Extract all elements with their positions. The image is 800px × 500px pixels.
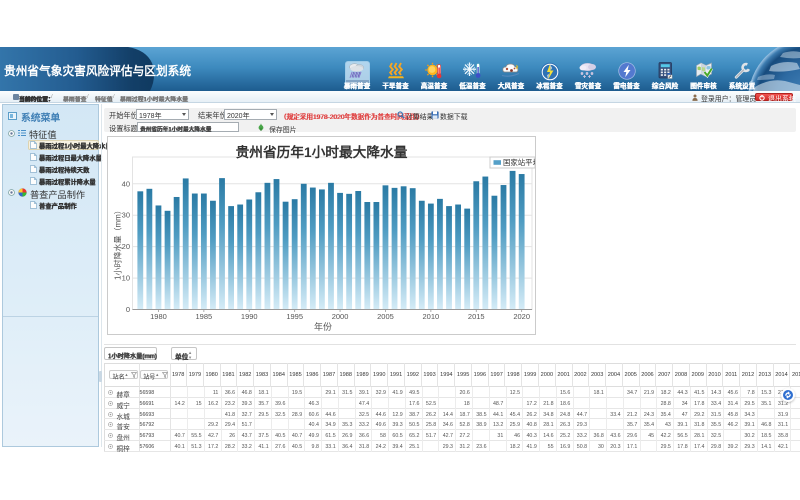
svg-text:2010: 2010 bbox=[423, 312, 440, 321]
svg-text:2005: 2005 bbox=[377, 312, 394, 321]
svg-text:1985: 1985 bbox=[196, 312, 213, 321]
svg-text:1980: 1980 bbox=[150, 312, 167, 321]
svg-text:1小时降水量（mm）: 1小时降水量（mm） bbox=[113, 206, 123, 280]
svg-text:2020: 2020 bbox=[513, 312, 530, 321]
svg-text:30: 30 bbox=[122, 211, 130, 220]
svg-text:0: 0 bbox=[126, 305, 130, 314]
svg-text:2000: 2000 bbox=[332, 312, 349, 321]
svg-text:10: 10 bbox=[122, 274, 130, 283]
svg-text:20: 20 bbox=[122, 242, 130, 251]
svg-text:1995: 1995 bbox=[286, 312, 303, 321]
svg-text:1990: 1990 bbox=[241, 312, 258, 321]
svg-text:年份: 年份 bbox=[314, 321, 332, 332]
svg-text:2015: 2015 bbox=[468, 312, 485, 321]
svg-text:40: 40 bbox=[122, 179, 130, 188]
